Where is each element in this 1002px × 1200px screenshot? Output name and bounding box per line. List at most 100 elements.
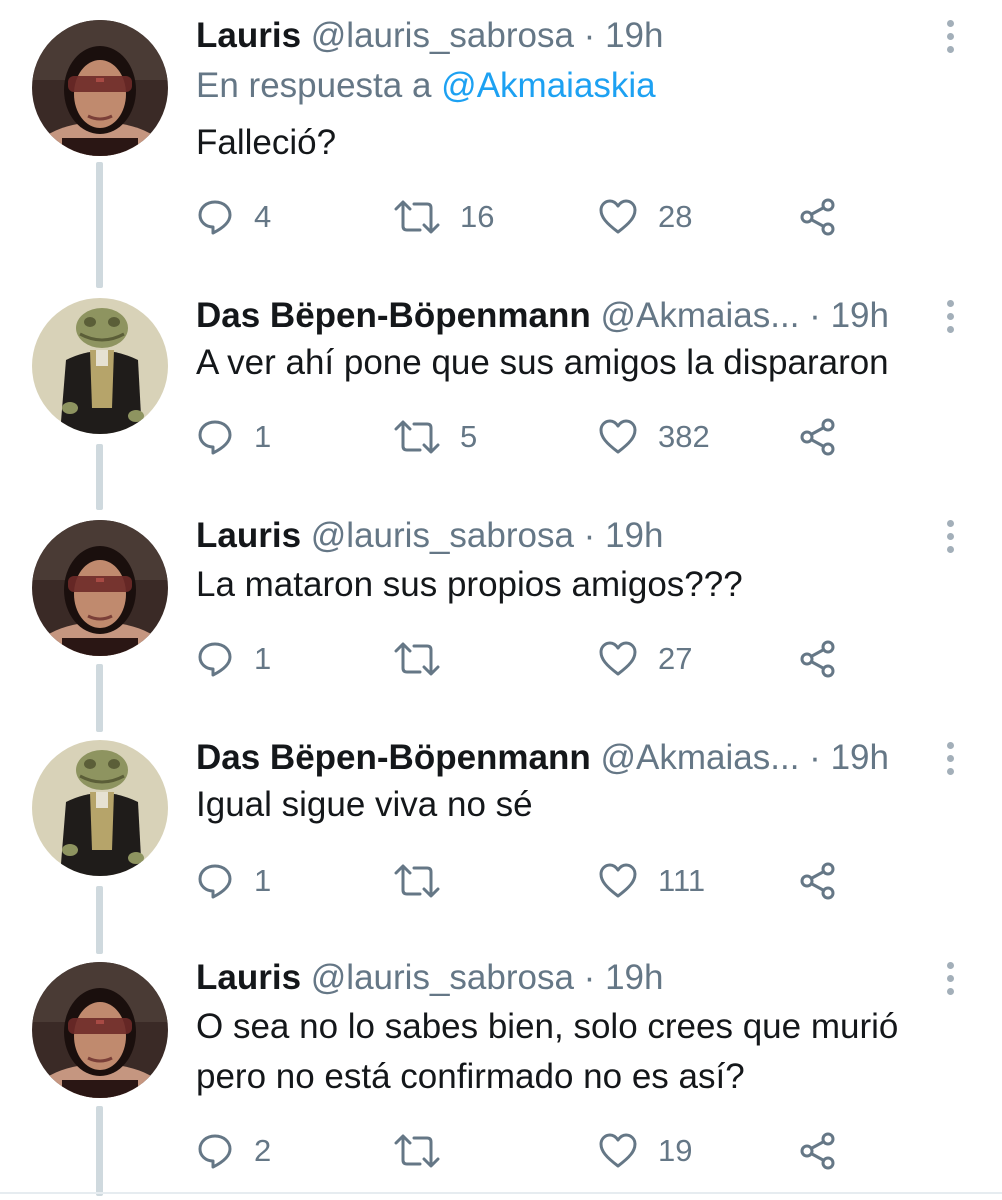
timestamp[interactable]: 19h <box>605 516 663 555</box>
like-count: 28 <box>658 199 693 234</box>
avatar[interactable] <box>32 20 168 156</box>
reply-button[interactable]: 1 <box>196 412 271 462</box>
tweet-header: Das Bëpen-Böpenmann @Akmaias... · 19h <box>196 294 932 338</box>
like-count: 27 <box>658 641 693 676</box>
like-icon <box>599 863 637 898</box>
like-icon <box>599 199 637 234</box>
author-name[interactable]: Das Bëpen-Böpenmann <box>196 296 591 335</box>
timestamp[interactable]: 19h <box>831 738 889 777</box>
share-button[interactable] <box>798 412 838 462</box>
reply-count: 2 <box>254 1133 272 1168</box>
timestamp[interactable]: 19h <box>605 958 663 997</box>
author-handle[interactable]: @lauris_sabrosa <box>311 958 574 997</box>
like-count: 111 <box>658 863 706 898</box>
author-name[interactable]: Das Bëpen-Böpenmann <box>196 738 591 777</box>
timestamp[interactable]: 19h <box>605 16 663 55</box>
share-button[interactable] <box>798 634 838 684</box>
tweet-actions: 2 19 <box>196 1126 896 1176</box>
tweet-actions: 1 111 <box>196 856 896 906</box>
retweet-button[interactable] <box>394 634 460 684</box>
reply-count: 1 <box>254 419 272 454</box>
reply-button[interactable]: 1 <box>196 856 271 906</box>
reply-count: 4 <box>254 199 272 234</box>
author-handle[interactable]: @lauris_sabrosa <box>311 16 574 55</box>
retweet-icon <box>394 864 440 898</box>
author-name[interactable]: Lauris <box>196 16 301 55</box>
tweet-text: Igual sigue viva no sé <box>196 780 962 830</box>
retweet-count: 16 <box>460 199 495 234</box>
reply-count: 1 <box>254 863 272 898</box>
retweet-button[interactable] <box>394 1126 460 1176</box>
tweet[interactable]: Lauris @lauris_sabrosa · 19h O sea no lo… <box>0 956 1002 1186</box>
reply-icon <box>198 864 232 899</box>
retweet-button[interactable] <box>394 856 460 906</box>
more-options-icon[interactable] <box>940 300 960 340</box>
avatar[interactable] <box>32 298 168 434</box>
reply-button[interactable]: 1 <box>196 634 271 684</box>
tweet-text-line: pero no está confirmado no es así? <box>196 1057 745 1096</box>
more-options-icon[interactable] <box>940 742 960 782</box>
share-icon <box>800 1132 835 1170</box>
avatar[interactable] <box>32 740 168 876</box>
tweet-text-line: Falleció? <box>196 123 337 162</box>
like-button[interactable]: 111 <box>598 856 705 906</box>
retweet-button[interactable]: 16 <box>394 192 494 242</box>
timestamp[interactable]: 19h <box>831 296 889 335</box>
like-count: 19 <box>658 1133 693 1168</box>
separator-dot: · <box>583 516 596 555</box>
reply-button[interactable]: 4 <box>196 192 271 242</box>
author-handle[interactable]: @Akmaias... <box>601 296 800 335</box>
author-handle[interactable]: @Akmaias... <box>601 738 800 777</box>
more-options-icon[interactable] <box>940 962 960 1002</box>
more-options-icon[interactable] <box>940 520 960 560</box>
tweet-text: A ver ahí pone que sus amigos la dispara… <box>196 338 962 388</box>
author-name[interactable]: Lauris <box>196 516 301 555</box>
separator-dot: · <box>809 296 821 335</box>
tweet[interactable]: Lauris @lauris_sabrosa · 19h En respuest… <box>0 14 1002 244</box>
tweet-header: Lauris @lauris_sabrosa · 19h <box>196 514 932 558</box>
author-name[interactable]: Lauris <box>196 958 301 997</box>
share-button[interactable] <box>798 856 838 906</box>
share-icon <box>800 640 835 678</box>
tweet[interactable]: Das Bëpen-Böpenmann @Akmaias... · 19h A … <box>0 294 1002 474</box>
woman-avatar-image <box>32 962 168 1098</box>
separator-dot: · <box>809 738 821 777</box>
avatar[interactable] <box>32 520 168 656</box>
like-count: 382 <box>658 419 710 454</box>
author-handle[interactable]: @lauris_sabrosa <box>311 516 574 555</box>
retweet-count: 5 <box>460 419 478 454</box>
reply-button[interactable]: 2 <box>196 1126 271 1176</box>
tweet-header: Lauris @lauris_sabrosa · 19h <box>196 14 932 58</box>
reply-icon <box>198 200 232 235</box>
reply-count: 1 <box>254 641 272 676</box>
like-icon <box>599 1133 637 1168</box>
reply-mention-link[interactable]: @Akmaiaskia <box>441 66 655 105</box>
share-icon <box>800 418 835 456</box>
like-button[interactable]: 27 <box>598 634 692 684</box>
reply-icon <box>198 642 232 677</box>
like-button[interactable]: 19 <box>598 1126 692 1176</box>
tweet-text-line: A ver ahí pone que sus amigos la dispara… <box>196 343 889 382</box>
avatar[interactable] <box>32 962 168 1098</box>
like-button[interactable]: 382 <box>598 412 710 462</box>
tweet-actions: 4 16 28 <box>196 192 896 242</box>
tweet[interactable]: Das Bëpen-Böpenmann @Akmaias... · 19h Ig… <box>0 736 1002 916</box>
tweet[interactable]: Lauris @lauris_sabrosa · 19h La mataron … <box>0 514 1002 694</box>
frog-avatar-image <box>32 740 168 876</box>
tweet-text-line: O sea no lo sabes bien, solo crees que m… <box>196 1007 899 1046</box>
share-button[interactable] <box>798 192 838 242</box>
share-button[interactable] <box>798 1126 838 1176</box>
woman-avatar-image <box>32 20 168 156</box>
share-icon <box>800 198 835 236</box>
tweet-text: O sea no lo sabes bien, solo crees que m… <box>196 1002 962 1102</box>
tweet-text-line: Igual sigue viva no sé <box>196 785 533 824</box>
like-button[interactable]: 28 <box>598 192 692 242</box>
like-icon <box>599 419 637 454</box>
tweet-header: Lauris @lauris_sabrosa · 19h <box>196 956 932 1000</box>
more-options-icon[interactable] <box>940 20 960 60</box>
reply-context: En respuesta a @Akmaiaskia <box>196 64 656 108</box>
reply-prefix: En respuesta a <box>196 66 432 105</box>
retweet-button[interactable]: 5 <box>394 412 477 462</box>
tweet-actions: 1 27 <box>196 634 896 684</box>
tweet-header: Das Bëpen-Böpenmann @Akmaias... · 19h <box>196 736 932 780</box>
